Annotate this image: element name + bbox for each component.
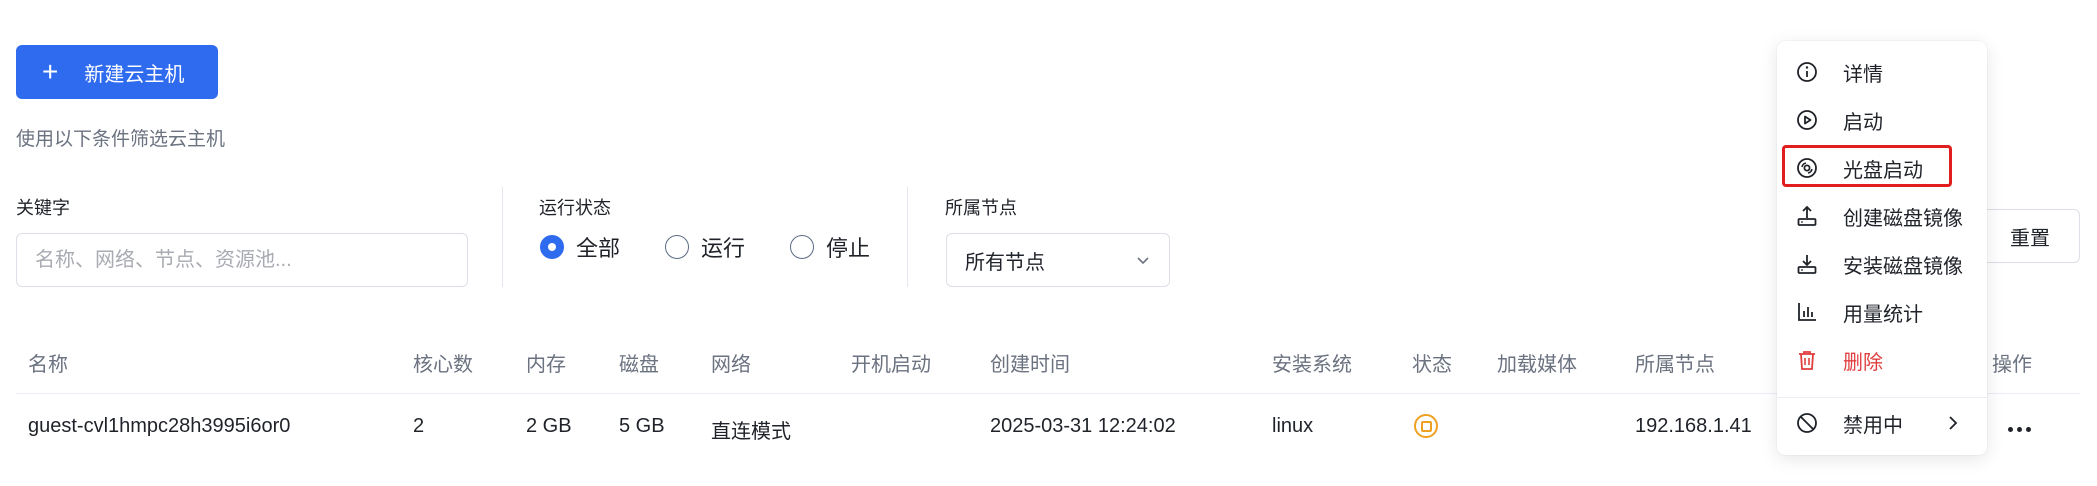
radio-circle	[665, 235, 689, 259]
menu-item-label: 删除	[1843, 351, 1883, 374]
col-header-node: 所属节点	[1635, 354, 1715, 376]
menu-item-label: 用量统计	[1843, 303, 1923, 326]
menu-divider	[1777, 397, 1987, 398]
radio-all[interactable]: 全部	[540, 231, 620, 263]
col-header-disk: 磁盘	[619, 354, 659, 376]
radio-label: 停止	[826, 236, 871, 261]
col-header-cores: 核心数	[413, 354, 473, 376]
col-header-autostart: 开机启动	[851, 354, 931, 376]
keyword-label: 关键字	[16, 198, 70, 218]
node-select-value: 所有节点	[965, 251, 1045, 274]
trash-icon	[1795, 348, 1819, 372]
ban-icon	[1795, 411, 1819, 435]
col-header-name: 名称	[28, 354, 68, 376]
menu-item-label: 安装磁盘镜像	[1843, 255, 1963, 278]
node-label: 所属节点	[945, 198, 1017, 218]
chevron-down-icon	[1135, 252, 1151, 268]
filter-divider	[502, 187, 503, 287]
chevron-right-icon	[1943, 413, 1963, 433]
filter-hint: 使用以下条件筛选云主机	[16, 129, 226, 150]
reset-button[interactable]: 重置	[1980, 209, 2080, 263]
radio-running[interactable]: 运行	[665, 231, 745, 263]
table-header-divider	[16, 393, 2080, 394]
dot	[2007, 426, 2013, 432]
menu-item-install-disk-image[interactable]: 安装磁盘镜像	[1777, 243, 1987, 285]
menu-item-label: 禁用中	[1843, 414, 1903, 437]
dot	[2016, 426, 2022, 432]
menu-item-create-disk-image[interactable]: 创建磁盘镜像	[1777, 195, 1987, 237]
create-vm-label: 新建云主机	[84, 63, 185, 86]
col-header-network: 网络	[711, 354, 751, 376]
menu-item-start[interactable]: 启动	[1777, 99, 1987, 141]
menu-item-disabled-submenu[interactable]: 禁用中	[1777, 402, 1987, 444]
play-icon	[1795, 108, 1819, 132]
col-header-os: 安装系统	[1272, 354, 1352, 376]
cell-node: 192.168.1.41	[1635, 415, 1752, 437]
bar-chart-icon	[1795, 300, 1819, 324]
node-select[interactable]: 所有节点	[946, 233, 1170, 287]
radio-circle	[790, 235, 814, 259]
menu-item-label: 详情	[1843, 63, 1883, 86]
col-header-status: 状态	[1412, 354, 1452, 376]
menu-item-delete[interactable]: 删除	[1777, 339, 1987, 381]
menu-item-details[interactable]: 详情	[1777, 51, 1987, 93]
download-drive-icon	[1795, 252, 1819, 276]
col-header-actions: 操作	[1992, 354, 2032, 376]
cell-os: linux	[1272, 415, 1314, 437]
cell-cores: 2	[413, 415, 425, 437]
menu-item-usage-stats[interactable]: 用量统计	[1777, 291, 1987, 333]
info-icon	[1795, 60, 1819, 84]
radio-circle	[540, 235, 564, 259]
col-header-media: 加载媒体	[1497, 354, 1577, 376]
radio-label: 运行	[701, 236, 746, 261]
col-header-created: 创建时间	[990, 354, 1070, 376]
cell-memory: 2 GB	[526, 415, 572, 437]
more-actions-button[interactable]	[2002, 416, 2036, 442]
stopped-status-icon	[1414, 414, 1438, 438]
cell-name: guest-cvl1hmpc28h3995i6or0	[28, 415, 291, 437]
highlight-box	[1782, 145, 1952, 187]
filter-divider	[907, 187, 908, 287]
action-menu: 详情 启动 光盘启动 创建磁盘镜像 安装磁盘镜像 用量统计 删除 禁用中	[1777, 41, 1987, 455]
upload-drive-icon	[1795, 204, 1819, 228]
dot	[2025, 426, 2031, 432]
radio-label: 全部	[576, 236, 621, 261]
menu-item-label: 启动	[1843, 111, 1883, 134]
col-header-memory: 内存	[526, 354, 566, 376]
cell-disk: 5 GB	[619, 415, 665, 437]
run-state-label: 运行状态	[539, 198, 611, 218]
cell-network: 直连模式	[711, 421, 791, 443]
menu-item-label: 创建磁盘镜像	[1843, 207, 1963, 230]
plus-icon: +	[42, 56, 59, 87]
radio-stopped[interactable]: 停止	[790, 231, 870, 263]
create-vm-button[interactable]: + 新建云主机	[16, 45, 218, 99]
keyword-input[interactable]	[16, 233, 468, 287]
cell-created: 2025-03-31 12:24:02	[990, 415, 1176, 437]
